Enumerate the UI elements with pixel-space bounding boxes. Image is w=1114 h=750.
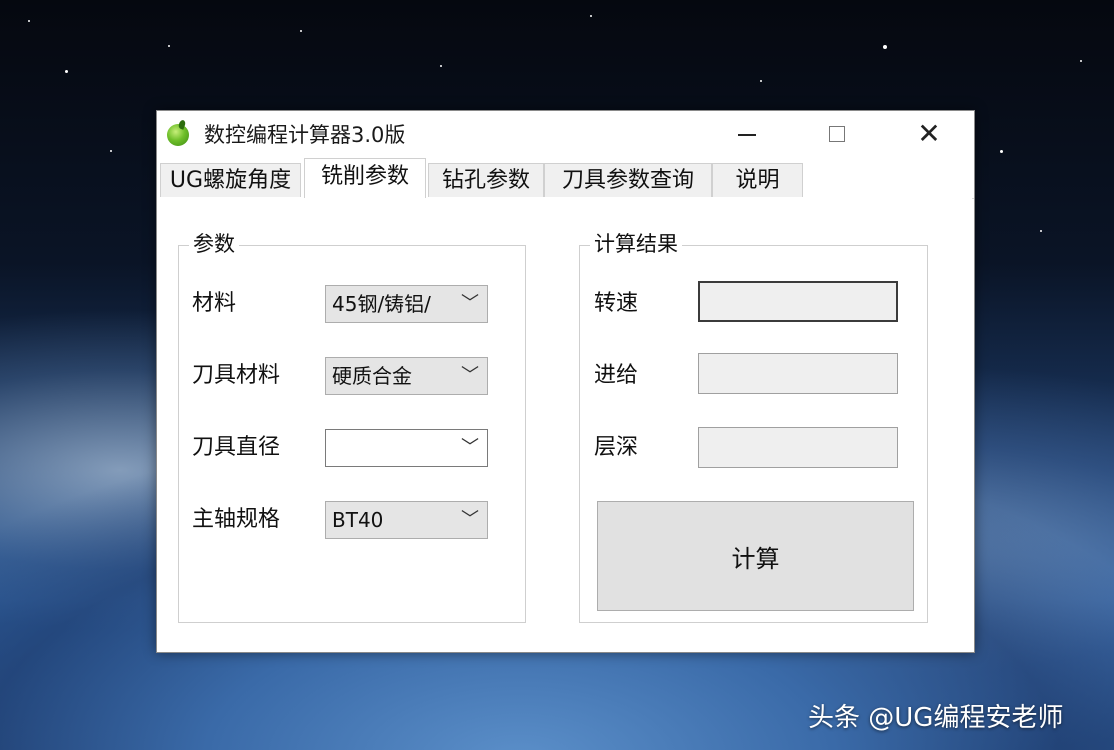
chevron-down-icon: ﹀ xyxy=(461,437,479,458)
chevron-down-icon: ﹀ xyxy=(461,509,479,530)
close-button[interactable]: ✕ xyxy=(899,111,959,157)
spindle-spec-select-value: BT40 xyxy=(332,508,384,532)
results-group-legend: 计算结果 xyxy=(590,230,682,258)
material-select[interactable]: 45钢/铸铝/ ﹀ xyxy=(325,285,488,323)
calculator-window: 数控编程计算器3.0版 ✕ UG螺旋角度 铣削参数 钻孔参数 刀具参数查询 说明… xyxy=(156,110,975,653)
tab-tool-param-query[interactable]: 刀具参数查询 xyxy=(544,163,712,197)
calculate-button[interactable]: 计算 xyxy=(597,501,914,611)
spindle-speed-output[interactable] xyxy=(698,281,898,322)
star xyxy=(28,20,30,22)
tab-milling-params[interactable]: 铣削参数 xyxy=(304,158,426,198)
star xyxy=(1040,230,1042,232)
close-icon: ✕ xyxy=(917,117,941,150)
material-select-value: 45钢/铸铝/ xyxy=(332,292,431,316)
title-bar[interactable]: 数控编程计算器3.0版 ✕ xyxy=(157,111,974,159)
spindle-spec-select[interactable]: BT40 ﹀ xyxy=(325,501,488,539)
star xyxy=(1080,60,1082,62)
minimize-icon xyxy=(738,134,756,136)
green-apple-icon xyxy=(167,124,189,146)
maximize-button[interactable] xyxy=(807,111,867,157)
tool-diameter-label: 刀具直径 xyxy=(192,435,281,460)
star xyxy=(883,45,887,49)
tool-material-label: 刀具材料 xyxy=(192,363,281,388)
minimize-button[interactable] xyxy=(717,111,777,157)
star xyxy=(440,65,442,67)
window-title: 数控编程计算器3.0版 xyxy=(204,123,406,147)
tab-instructions[interactable]: 说明 xyxy=(712,163,803,197)
tool-material-select-value: 硬质合金 xyxy=(332,364,412,388)
depth-of-cut-output[interactable] xyxy=(698,427,898,468)
depth-of-cut-label: 层深 xyxy=(594,435,639,460)
chevron-down-icon: ﹀ xyxy=(461,293,479,314)
spindle-speed-label: 转速 xyxy=(594,291,639,316)
material-label: 材料 xyxy=(192,291,237,316)
star xyxy=(760,80,762,82)
chevron-down-icon: ﹀ xyxy=(461,365,479,386)
star xyxy=(168,45,170,47)
feed-rate-output[interactable] xyxy=(698,353,898,394)
params-group-legend: 参数 xyxy=(189,230,239,258)
watermark: 头条 @UG编程安老师 xyxy=(808,703,1064,733)
tab-drilling-params[interactable]: 钻孔参数 xyxy=(428,163,544,197)
tool-diameter-select[interactable]: ﹀ xyxy=(325,429,488,467)
star xyxy=(110,150,112,152)
tool-material-select[interactable]: 硬质合金 ﹀ xyxy=(325,357,488,395)
maximize-icon xyxy=(829,126,845,142)
feed-rate-label: 进给 xyxy=(594,363,639,388)
tab-strip: UG螺旋角度 铣削参数 钻孔参数 刀具参数查询 说明 xyxy=(157,158,974,199)
milling-params-panel: 参数 材料 45钢/铸铝/ ﹀ 刀具材料 硬质合金 ﹀ 刀具直径 ﹀ 主轴规格 … xyxy=(157,198,972,651)
tab-ug-helix-angle[interactable]: UG螺旋角度 xyxy=(160,163,301,197)
star xyxy=(300,30,302,32)
star xyxy=(1000,150,1003,153)
spindle-spec-label: 主轴规格 xyxy=(192,507,281,532)
star xyxy=(590,15,592,17)
star xyxy=(65,70,68,73)
